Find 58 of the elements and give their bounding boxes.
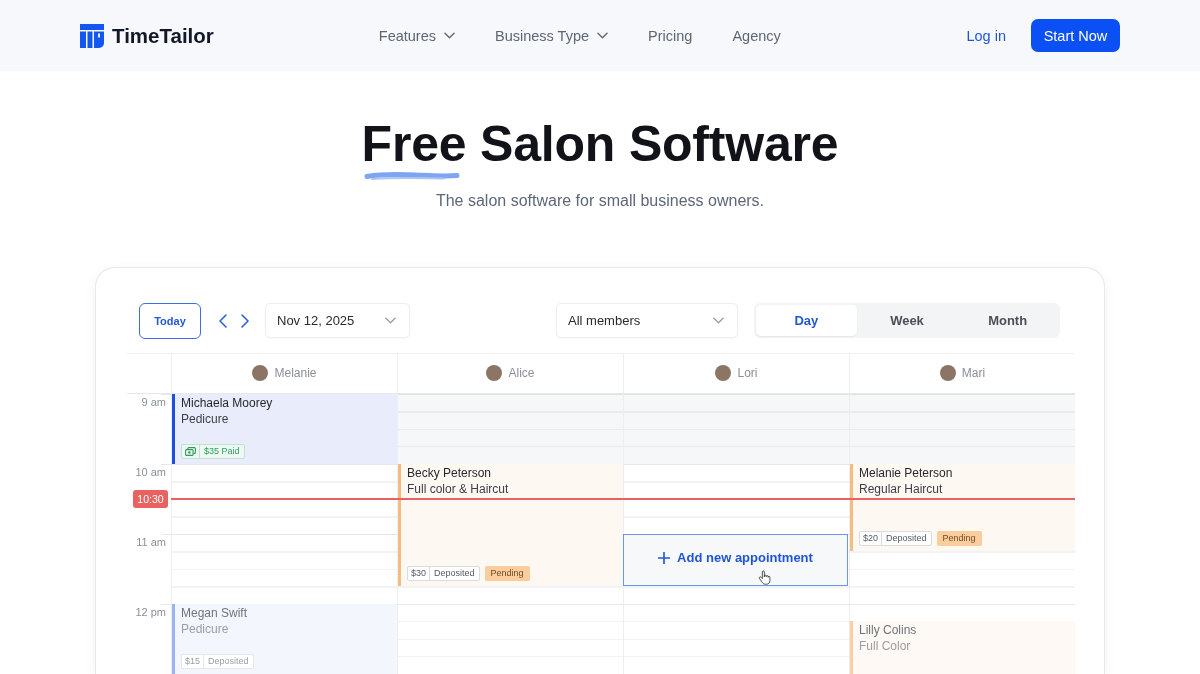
chevron-left-icon	[219, 313, 227, 328]
view-tab[interactable]: Week	[856, 305, 958, 336]
login-link[interactable]: Log in	[966, 27, 1006, 44]
chevron-down-icon	[385, 317, 396, 324]
deposit-status: Deposited	[881, 532, 931, 545]
chevron-down-icon	[713, 317, 724, 324]
deposit-status: Deposited	[429, 567, 479, 580]
today-button[interactable]: Today	[139, 302, 201, 339]
client-name: Becky Peterson	[407, 465, 493, 480]
plus-icon	[658, 551, 671, 564]
cash-icon	[185, 446, 196, 456]
client-name: Megan Swift	[181, 605, 249, 620]
deposit-amount: $15	[184, 654, 202, 668]
time-label: 10 am	[135, 465, 166, 479]
deposit-amount: $20	[862, 532, 880, 545]
time-label: 9 am	[141, 395, 166, 409]
deposit-amount: $30	[410, 567, 428, 580]
current-time-badge: 10:30	[133, 489, 168, 508]
brand-name: TimeTailor	[112, 23, 214, 48]
nav-link[interactable]: Features	[378, 27, 455, 44]
avatar-icon	[486, 365, 503, 381]
page-subtitle: The salon software for small business owners.	[435, 190, 765, 211]
page-title: Free Salon Software	[361, 118, 839, 171]
view-tab[interactable]: Day	[756, 305, 857, 336]
nav-link[interactable]: Agency	[732, 27, 781, 44]
time-label: 12 pm	[135, 605, 166, 619]
time-label: 11 am	[136, 535, 166, 549]
staff-name: Melanie	[274, 366, 317, 380]
client-name: Melanie Peterson	[859, 465, 954, 480]
brush-stroke-icon	[363, 170, 460, 181]
start-now-button[interactable]: Start Now	[1031, 19, 1120, 52]
logo-icon	[80, 23, 104, 48]
avatar-icon	[252, 365, 269, 381]
date-dropdown[interactable]: Nov 12, 2025	[265, 303, 410, 338]
client-name: Lilly Colins	[859, 623, 918, 637]
status-tag: Pending	[936, 531, 982, 546]
client-name: Michaela Moorey	[181, 395, 274, 410]
staff-name: Lori	[737, 366, 758, 380]
service-name: Pedicure	[181, 621, 230, 636]
deposit-status: Deposited	[203, 654, 253, 668]
next-button[interactable]	[241, 313, 249, 328]
staff-name: Alice	[508, 366, 535, 380]
member-dropdown[interactable]: All members	[556, 303, 738, 338]
view-tab[interactable]: Month	[957, 305, 1058, 336]
avatar-icon	[715, 365, 732, 381]
add-appointment-button[interactable]: Add new appointment	[623, 533, 848, 586]
service-name: Full color & Haircut	[407, 481, 510, 496]
previous-button[interactable]	[219, 313, 227, 328]
payment-status: $35 Paid	[199, 444, 244, 458]
service-name: Pedicure	[181, 411, 230, 426]
nav-link[interactable]: Business Type	[495, 27, 609, 44]
avatar-icon	[939, 365, 956, 381]
status-tag: Pending	[484, 566, 530, 581]
staff-name: Mari	[961, 366, 986, 380]
nav-link[interactable]: Pricing	[648, 27, 693, 44]
chevron-right-icon	[241, 313, 249, 328]
service-name: Regular Haircut	[859, 481, 944, 496]
service-name: Full Color	[859, 639, 912, 653]
